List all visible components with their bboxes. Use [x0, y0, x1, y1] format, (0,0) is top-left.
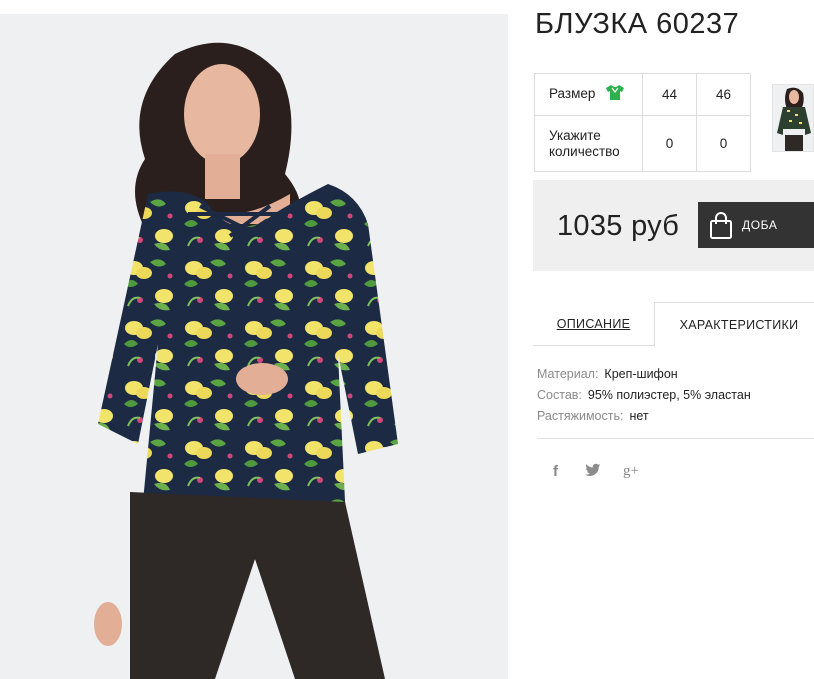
characteristic-value: нет	[629, 409, 649, 423]
characteristics-list: Материал: Креп-шифон Состав: 95% полиэстер…	[537, 364, 751, 427]
quantity-input[interactable]: 0	[696, 115, 751, 172]
product-thumbnail[interactable]	[772, 84, 814, 152]
tab-description[interactable]: ОПИСАНИЕ	[533, 302, 654, 346]
add-to-cart-button[interactable]: ДОБА	[698, 202, 814, 248]
model-illustration	[0, 14, 508, 679]
add-to-cart-label: ДОБА	[742, 218, 778, 232]
characteristic-row: Состав: 95% полиэстер, 5% эластан	[537, 385, 751, 406]
size-row: Размер 44 46	[534, 73, 751, 116]
characteristic-row: Растяжимость: нет	[537, 406, 751, 427]
quantity-input[interactable]: 0	[642, 115, 697, 172]
twitter-icon[interactable]	[585, 463, 601, 480]
size-option[interactable]: 44	[642, 73, 697, 116]
product-info-tabs: ОПИСАНИЕ ХАРАКТЕРИСТИКИ	[533, 302, 814, 347]
characteristic-label: Растяжимость:	[537, 409, 624, 423]
quantity-label-line: Укажите	[549, 127, 601, 143]
price: 1035 руб	[557, 210, 680, 242]
shopping-bag-icon	[708, 212, 734, 243]
size-label-cell: Размер	[534, 73, 643, 116]
size-option[interactable]: 46	[696, 73, 751, 116]
googleplus-icon[interactable]: g+	[623, 463, 639, 480]
price-panel: 1035 руб ДОБА	[533, 180, 814, 271]
green-shirt-icon[interactable]	[605, 84, 625, 105]
quantity-label-line: количество	[549, 143, 620, 159]
quantity-label-cell: Укажите количество	[534, 115, 643, 172]
product-photo[interactable]	[0, 14, 508, 679]
size-quantity-table: Размер 44 46 Укажите количество 0 0	[534, 73, 751, 172]
characteristic-value: Креп-шифон	[604, 367, 678, 381]
characteristic-label: Материал:	[537, 367, 599, 381]
divider	[537, 438, 814, 439]
size-label: Размер	[549, 86, 596, 101]
facebook-icon[interactable]: f	[553, 463, 558, 480]
product-title: БЛУЗКА 60237	[535, 8, 740, 40]
quantity-row: Укажите количество 0 0	[534, 115, 751, 172]
characteristic-label: Состав:	[537, 388, 582, 402]
characteristic-value: 95% полиэстер, 5% эластан	[587, 388, 751, 402]
characteristic-row: Материал: Креп-шифон	[537, 364, 751, 385]
tab-characteristics[interactable]: ХАРАКТЕРИСТИКИ	[654, 302, 814, 347]
thumbnail-illustration	[773, 85, 813, 151]
